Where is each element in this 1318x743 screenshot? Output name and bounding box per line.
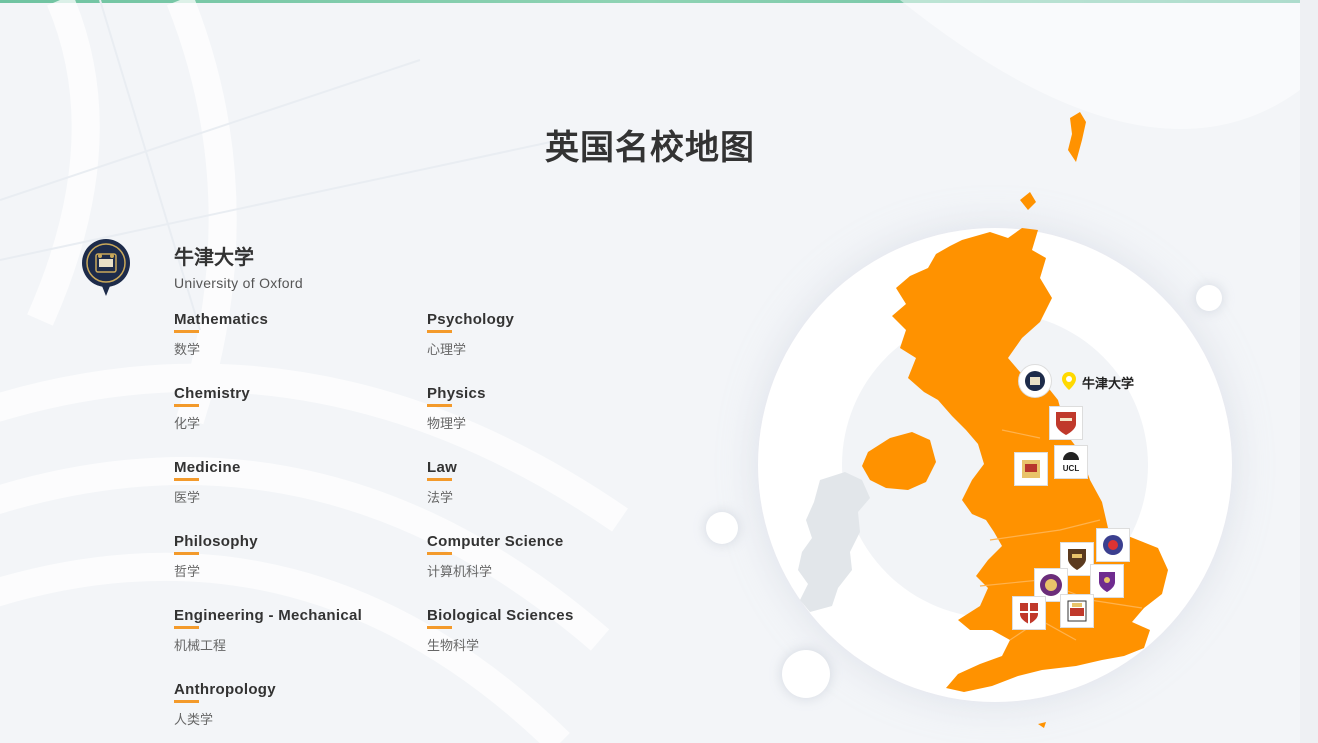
subject-name-en: Engineering - Mechanical <box>174 607 363 624</box>
subject-item[interactable]: Psychology 心理学 <box>427 311 677 358</box>
top-accent-bar <box>0 0 1300 3</box>
subject-name-cn: 机械工程 <box>174 639 227 654</box>
uk-map-shape <box>798 112 1168 728</box>
subject-name-cn: 法学 <box>427 491 454 506</box>
scilly-islands <box>1038 722 1046 728</box>
subject-name-en: Medicine <box>174 459 241 476</box>
subject-name-cn: 化学 <box>174 417 201 432</box>
subject-name-cn: 物理学 <box>427 417 467 432</box>
cambridge-badge-icon[interactable] <box>1049 406 1083 440</box>
subject-underline <box>427 330 452 333</box>
subject-name-en: Psychology <box>427 311 515 328</box>
oxford-crest-icon <box>80 236 132 298</box>
university-name-en: University of Oxford <box>174 275 303 291</box>
subject-name-cn: 医学 <box>174 491 201 506</box>
ireland-shape <box>798 472 870 612</box>
subject-underline <box>174 626 199 629</box>
subject-item[interactable]: Philosophy 哲学 <box>174 533 424 580</box>
subject-underline <box>427 404 452 407</box>
subject-item[interactable]: Law 法学 <box>427 459 677 506</box>
lse-badge-icon[interactable] <box>1090 564 1124 598</box>
scrollbar[interactable] <box>1300 0 1318 743</box>
subject-item[interactable]: Biological Sciences 生物科学 <box>427 607 677 654</box>
subject-name-en: Computer Science <box>427 533 564 550</box>
subject-underline <box>427 552 452 555</box>
northern-ireland-shape <box>862 432 936 490</box>
subject-name-en: Biological Sciences <box>427 607 574 624</box>
subject-name-en: Physics <box>427 385 486 402</box>
subject-name-en: Law <box>427 459 458 476</box>
subject-item[interactable]: Medicine 医学 <box>174 459 424 506</box>
subject-underline <box>174 700 199 703</box>
subject-underline <box>174 478 199 481</box>
subject-name-cn: 数学 <box>174 343 201 358</box>
subject-item[interactable]: Engineering - Mechanical 机械工程 <box>174 607 424 654</box>
subject-item[interactable]: Mathematics 数学 <box>174 311 424 358</box>
subject-item[interactable]: Chemistry 化学 <box>174 385 424 432</box>
subject-item[interactable]: Physics 物理学 <box>427 385 677 432</box>
ucl-badge-icon[interactable]: UCL <box>1054 445 1088 479</box>
durham-badge-icon[interactable] <box>1014 452 1048 486</box>
svg-text:UCL: UCL <box>1063 464 1080 473</box>
subject-underline <box>174 552 199 555</box>
subject-name-cn: 心理学 <box>427 343 467 358</box>
warwick-badge-icon[interactable] <box>1060 594 1094 628</box>
subject-underline <box>174 404 199 407</box>
location-pin-icon <box>1062 372 1076 395</box>
subject-name-en: Chemistry <box>174 385 251 402</box>
subject-name-cn: 计算机科学 <box>427 565 493 580</box>
subject-name-cn: 哲学 <box>174 565 201 580</box>
subject-name-en: Philosophy <box>174 533 258 550</box>
selected-university-label: 牛津大学 <box>1082 377 1135 392</box>
bristol-badge-icon[interactable] <box>1012 596 1046 630</box>
shetland-islands <box>1068 112 1086 162</box>
decor-dot <box>706 512 738 544</box>
subject-underline <box>427 478 452 481</box>
subject-name-cn: 生物科学 <box>427 639 480 654</box>
edinburgh-badge-icon[interactable] <box>1096 528 1130 562</box>
subject-item[interactable]: Computer Science 计算机科学 <box>427 533 677 580</box>
subject-name-en: Anthropology <box>174 681 276 698</box>
subject-name-cn: 人类学 <box>174 713 214 728</box>
uk-map: 牛津大学 UCL <box>706 100 1280 740</box>
university-name-cn: 牛津大学 <box>174 245 254 269</box>
subject-underline <box>427 626 452 629</box>
subject-item[interactable]: Anthropology 人类学 <box>174 681 424 728</box>
subject-name-en: Mathematics <box>174 311 269 328</box>
oxford-badge-icon[interactable] <box>1018 364 1052 398</box>
subject-underline <box>174 330 199 333</box>
orkney-islands <box>1020 192 1036 210</box>
